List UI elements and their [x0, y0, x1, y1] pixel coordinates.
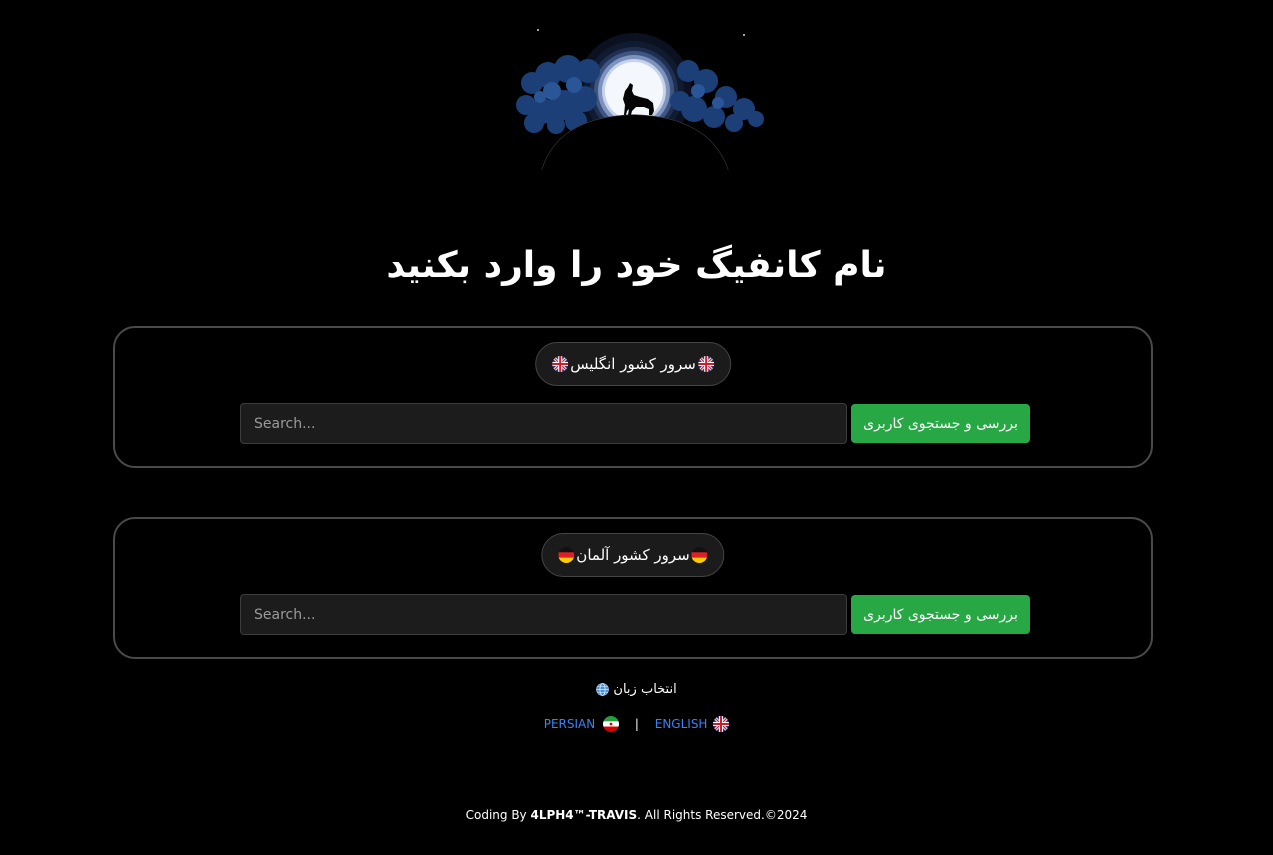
language-label-persian: PERSIAN: [543, 716, 596, 731]
server-badge-uk: سرور کشور انگلیس: [535, 342, 731, 386]
germany-flag-icon: [558, 547, 575, 563]
globe-icon: [596, 683, 610, 696]
footer-prefix: Coding By: [465, 808, 531, 822]
server-label-germany: سرور کشور آلمان: [576, 546, 690, 564]
search-button-germany[interactable]: بررسی و جستجوی کاربری: [851, 595, 1030, 634]
page: نام کانفیگ خود را وارد بکنید سرور کشور ا…: [0, 0, 1273, 855]
germany-flag-icon: [691, 547, 708, 563]
footer-author: 4LPH4™-TRAVIS: [530, 808, 638, 822]
language-links: PERSIAN | ENGLISH: [0, 716, 1273, 732]
uk-flag-icon: [713, 716, 730, 732]
language-link-english[interactable]: ENGLISH: [654, 716, 730, 732]
language-title: انتخاب زبان: [0, 682, 1273, 697]
uk-flag-icon: [697, 356, 714, 372]
search-input-uk[interactable]: [240, 403, 847, 444]
server-badge-germany: سرور کشور آلمان: [541, 533, 725, 577]
search-input-germany[interactable]: [240, 594, 847, 635]
language-link-persian[interactable]: PERSIAN: [543, 716, 623, 732]
language-separator: |: [634, 716, 639, 731]
server-panel-germany: سرور کشور آلمان بررسی و جستجوی کاربری: [113, 517, 1153, 659]
search-row-uk: بررسی و جستجوی کاربری: [240, 403, 1030, 444]
search-button-uk[interactable]: بررسی و جستجوی کاربری: [851, 404, 1030, 443]
iran-flag-icon: [603, 716, 620, 732]
server-label-uk: سرور کشور انگلیس: [570, 355, 696, 373]
footer-suffix: . All Rights Reserved.©2024: [637, 808, 808, 822]
footer: Coding By 4LPH4™-TRAVIS. All Rights Rese…: [0, 808, 1273, 822]
uk-flag-icon: [552, 356, 569, 372]
language-title-label: انتخاب زبان: [613, 682, 677, 697]
search-row-germany: بررسی و جستجوی کاربری: [240, 594, 1030, 635]
server-panel-uk: سرور کشور انگلیس بررسی و جستجوی کاربری: [113, 326, 1153, 468]
language-label-english: ENGLISH: [654, 716, 708, 731]
wolf-moon-logo: [512, 25, 764, 175]
page-title: نام کانفیگ خود را وارد بکنید: [386, 245, 887, 286]
